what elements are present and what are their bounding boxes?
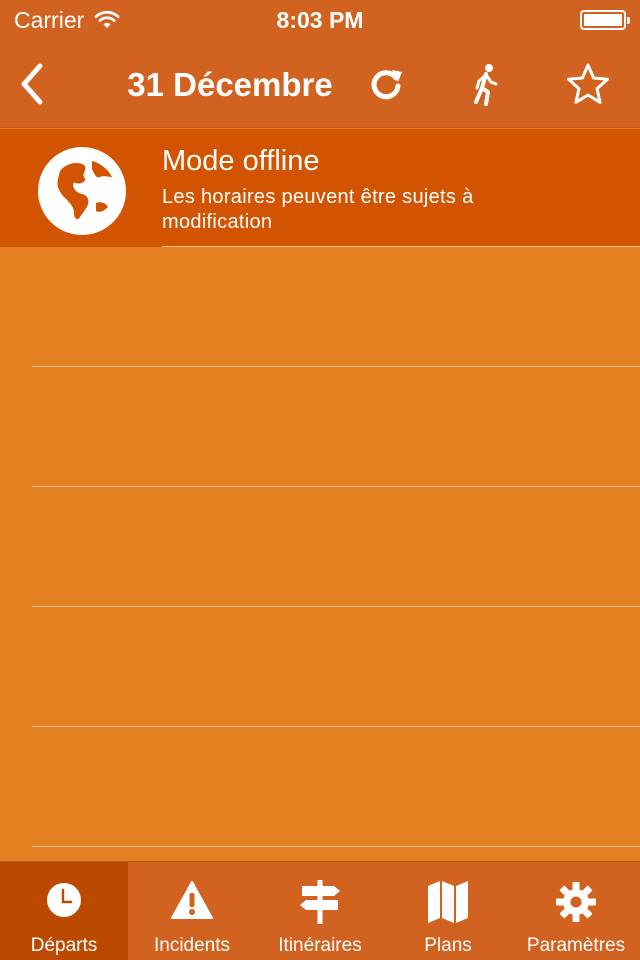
wifi-icon bbox=[94, 10, 120, 28]
signpost-icon bbox=[300, 880, 340, 924]
navigation-bar: 31 Décembre bbox=[0, 40, 640, 128]
offline-subtitle: Les horaires peuvent être sujets à modif… bbox=[162, 186, 474, 233]
status-left: Carrier bbox=[14, 7, 120, 34]
tab-bar: Départs Incidents Itinéraires Plans Para… bbox=[0, 861, 640, 960]
warning-icon bbox=[171, 881, 213, 919]
tab-label: Incidents bbox=[153, 935, 231, 956]
carrier-label: Carrier bbox=[14, 6, 85, 33]
tab-departs[interactable]: Départs bbox=[0, 862, 128, 960]
clock-icon bbox=[47, 883, 81, 917]
refresh-icon[interactable] bbox=[362, 60, 410, 108]
status-bar: Carrier 8:03 PM bbox=[0, 0, 640, 40]
tab-itineraires[interactable]: Itinéraires bbox=[256, 862, 384, 960]
list-item[interactable] bbox=[0, 367, 640, 487]
list-item[interactable] bbox=[0, 487, 640, 607]
tab-label: Paramètres bbox=[526, 935, 626, 956]
list-item[interactable] bbox=[0, 607, 640, 727]
walking-person-icon[interactable] bbox=[462, 60, 510, 108]
tab-parametres[interactable]: Paramètres bbox=[512, 862, 640, 960]
chevron-left-icon[interactable] bbox=[14, 60, 50, 108]
offline-banner: Mode offline Les horaires peuvent être s… bbox=[0, 129, 640, 247]
list-item[interactable] bbox=[0, 247, 640, 367]
offline-title: Mode offline bbox=[162, 145, 320, 177]
gear-icon bbox=[556, 882, 596, 922]
page-title: 31 Décembre bbox=[127, 66, 333, 103]
list-item[interactable] bbox=[0, 727, 640, 847]
tab-plans[interactable]: Plans bbox=[384, 862, 512, 960]
tab-label: Plans bbox=[424, 935, 472, 956]
tab-label: Départs bbox=[30, 935, 98, 956]
battery-icon bbox=[580, 10, 630, 30]
globe-icon bbox=[38, 147, 126, 235]
star-outline-icon[interactable] bbox=[564, 60, 612, 108]
tab-label: Itinéraires bbox=[278, 935, 362, 956]
map-icon bbox=[428, 881, 468, 923]
tab-incidents[interactable]: Incidents bbox=[128, 862, 256, 960]
departure-list bbox=[0, 247, 640, 847]
